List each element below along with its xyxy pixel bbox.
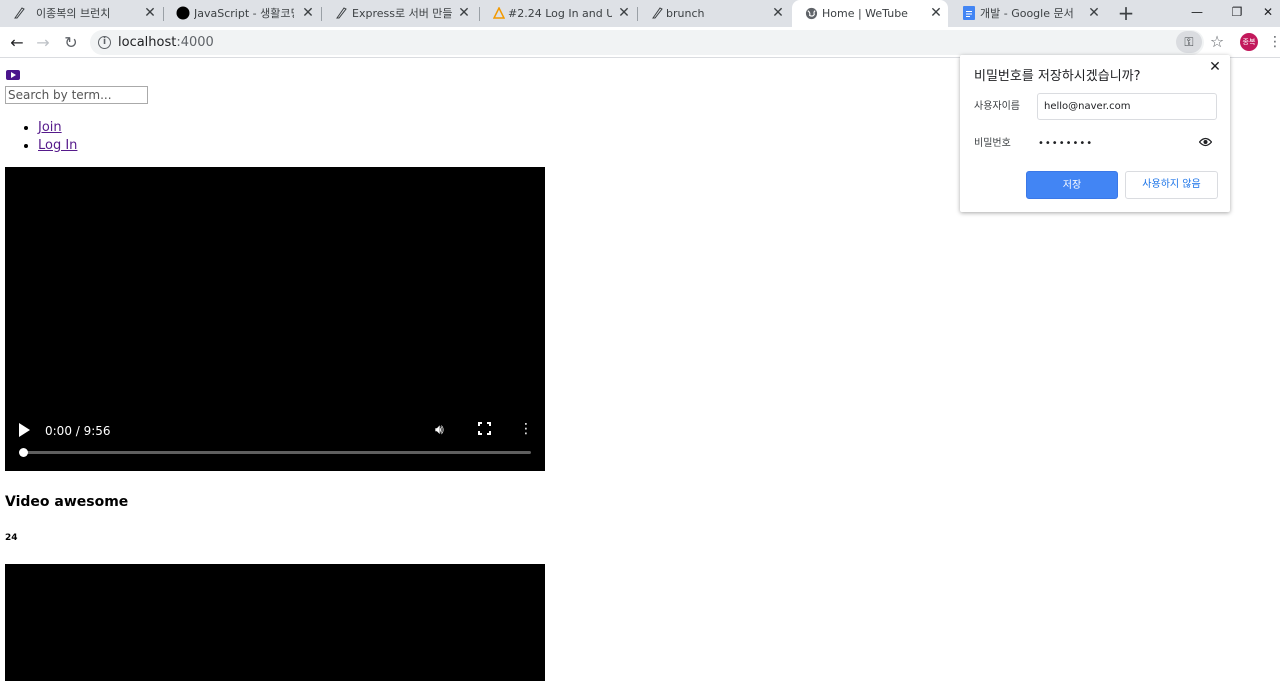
close-icon[interactable]: ✕ <box>142 5 158 21</box>
close-icon[interactable]: ✕ <box>770 5 786 21</box>
new-tab-button[interactable]: + <box>1116 3 1136 23</box>
username-field[interactable]: hello@naver.com <box>1037 93 1217 120</box>
close-icon[interactable]: ✕ <box>616 5 632 21</box>
volume-icon[interactable]: 🔊︎ <box>435 421 444 439</box>
address-bar[interactable]: i localhost:4000 ⚿ <box>90 30 1204 55</box>
close-icon[interactable]: ✕ <box>456 5 472 21</box>
tab-google-docs[interactable]: 개발 - Google 문서 ✕ <box>950 0 1106 27</box>
more-menu-icon[interactable]: ⋮ <box>1268 32 1280 52</box>
close-icon[interactable]: ✕ <box>928 5 944 21</box>
tab-title: Express로 서버 만들기 <box>352 7 452 20</box>
tab-brunch-lee[interactable]: 이종복의 브런치 ✕ <box>0 0 162 27</box>
tab-javascript[interactable]: JavaScript - 생활코딩 ✕ <box>164 0 320 27</box>
progress-thumb[interactable] <box>19 448 28 457</box>
window-close-button[interactable]: ✕ <box>1257 2 1279 22</box>
avatar[interactable]: 종복 <box>1240 33 1258 51</box>
join-link[interactable]: Join <box>38 120 62 135</box>
black-circle-icon <box>176 6 190 20</box>
more-options-icon[interactable]: ⋮ <box>519 420 533 438</box>
tab-title: 개발 - Google 문서 <box>980 7 1074 20</box>
forward-arrow-icon[interactable]: → <box>32 32 54 54</box>
youtube-logo-icon[interactable] <box>6 70 20 80</box>
video-player[interactable]: 0:00 / 9:56 🔊︎ ⋮ <box>5 167 545 471</box>
video-player-2[interactable] <box>5 564 545 681</box>
video-views: 24 <box>5 533 18 543</box>
tab-title: JavaScript - 생활코딩 <box>194 7 294 20</box>
back-arrow-icon[interactable]: ← <box>6 32 28 54</box>
close-icon[interactable]: ✕ <box>300 5 316 21</box>
url-host: localhost <box>118 35 177 50</box>
nav-item-login: Log In <box>38 137 77 155</box>
globe-icon <box>804 6 818 20</box>
pen-nib-icon <box>334 6 348 20</box>
pen-nib-icon <box>650 6 664 20</box>
info-icon[interactable]: i <box>98 36 111 49</box>
eye-icon[interactable] <box>1198 136 1212 150</box>
password-field[interactable]: •••••••• <box>1038 138 1093 150</box>
login-link[interactable]: Log In <box>38 138 77 153</box>
dialog-title: 비밀번호를 저장하시겠습니까? <box>974 69 1141 84</box>
tab-express[interactable]: Express로 서버 만들기 ✕ <box>322 0 478 27</box>
tab-title: Home | WeTube <box>822 7 908 20</box>
fullscreen-icon[interactable] <box>477 421 492 436</box>
key-icon[interactable]: ⚿ <box>1176 31 1202 53</box>
minimize-button[interactable]: — <box>1186 2 1208 22</box>
pen-nib-icon <box>12 6 26 20</box>
search-input[interactable] <box>5 86 148 104</box>
warning-triangle-icon <box>492 6 506 20</box>
close-icon[interactable]: ✕ <box>1086 5 1102 21</box>
password-label: 비밀번호 <box>974 138 1011 149</box>
username-value: hello@naver.com <box>1044 101 1131 112</box>
password-save-dialog: 비밀번호를 저장하시겠습니까? ✕ 사용자이름 hello@naver.com … <box>960 55 1230 212</box>
tab-title: brunch <box>666 7 705 20</box>
close-icon[interactable]: ✕ <box>1208 60 1222 74</box>
url-text[interactable]: localhost:4000 <box>118 35 214 50</box>
never-save-button[interactable]: 사용하지 않음 <box>1125 171 1218 199</box>
video-title[interactable]: Video awesome <box>5 493 128 511</box>
browser-toolbar: ← → ↻ i localhost:4000 ⚿ ☆ 종복 ⋮ <box>0 27 1280 58</box>
url-port: :4000 <box>176 35 214 50</box>
tab-wetube[interactable]: Home | WeTube ✕ <box>792 0 948 27</box>
tab-brunch[interactable]: brunch ✕ <box>638 0 790 27</box>
save-password-button[interactable]: 저장 <box>1026 171 1118 199</box>
reload-icon[interactable]: ↻ <box>60 32 82 54</box>
tab-strip: 이종복의 브런치 ✕ JavaScript - 생활코딩 ✕ Express로 … <box>0 0 1280 27</box>
tab-title: 이종복의 브런치 <box>36 7 111 20</box>
nav-list: Join Log In <box>22 119 77 155</box>
username-label: 사용자이름 <box>974 101 1020 112</box>
tab-login-user[interactable]: #2.24 Log In and User ✕ <box>480 0 636 27</box>
tab-title: #2.24 Log In and User <box>508 7 612 20</box>
bookmark-star-icon[interactable]: ☆ <box>1208 31 1226 53</box>
video-time: 0:00 / 9:56 <box>45 424 111 438</box>
google-docs-icon <box>962 6 976 20</box>
progress-track[interactable] <box>23 451 531 454</box>
restore-button[interactable]: ❐ <box>1226 2 1248 22</box>
nav-item-join: Join <box>38 119 77 137</box>
play-icon[interactable] <box>19 423 30 437</box>
